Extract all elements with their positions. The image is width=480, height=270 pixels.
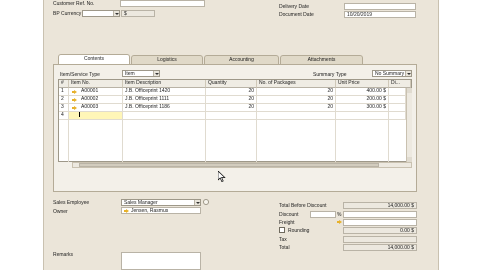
link-arrow-icon[interactable]	[124, 209, 129, 213]
freight-field[interactable]	[343, 219, 417, 226]
discount-amount-field[interactable]	[343, 211, 417, 218]
remarks-label: Remarks	[53, 252, 74, 258]
document-date-field[interactable]: 10/20/2019	[344, 11, 416, 18]
info-icon[interactable]	[203, 199, 209, 205]
link-arrow-icon[interactable]	[337, 220, 342, 224]
grid-line	[256, 120, 257, 162]
total-value: 14,000.00 $	[343, 244, 417, 251]
tab-logistics[interactable]: Logistics	[131, 55, 203, 64]
document-lines-grid: # Item No. Item Description Quantity No.…	[58, 79, 412, 162]
tab-attachments[interactable]: Attachments	[280, 55, 363, 64]
total-before-discount-value: 14,000.00 $	[343, 202, 417, 209]
packages-cell[interactable]: 20	[257, 96, 336, 104]
rounding-label: Rounding	[288, 228, 310, 234]
document-date-label: Document Date	[279, 12, 314, 18]
row-number: 1	[59, 88, 69, 96]
quantity-cell[interactable]: 20	[206, 104, 257, 112]
grid-line	[122, 120, 123, 162]
discount-cell[interactable]	[389, 96, 406, 104]
description-cell[interactable]: J.B. Officeprint 1420	[123, 88, 206, 96]
column-header-number[interactable]: #	[59, 80, 69, 88]
bp-currency-value: $	[121, 10, 155, 17]
delivery-date-label: Delivery Date	[279, 4, 310, 10]
column-header-unit-price[interactable]: Unit Price	[336, 80, 389, 88]
percent-sign: %	[337, 212, 342, 218]
sales-employee-label: Sales Employee	[53, 200, 90, 206]
grid-line	[335, 120, 336, 162]
tax-label: Tax	[279, 237, 287, 243]
summary-type-label: Summary Type	[313, 72, 347, 78]
description-cell[interactable]	[123, 112, 206, 120]
row-number: 4	[59, 112, 69, 120]
discount-cell[interactable]	[389, 104, 406, 112]
item-no-cell-active[interactable]	[69, 112, 123, 120]
link-arrow-icon[interactable]	[72, 98, 77, 102]
discount-percent-field[interactable]	[310, 211, 336, 218]
remarks-field[interactable]	[121, 252, 201, 270]
link-arrow-icon[interactable]	[72, 106, 77, 110]
unit-price-cell[interactable]	[336, 112, 389, 120]
discount-cell[interactable]	[389, 88, 406, 96]
freight-label: Freight	[279, 220, 295, 226]
column-header-quantity[interactable]: Quantity	[206, 80, 257, 88]
owner-label: Owner	[53, 209, 68, 215]
packages-cell[interactable]: 20	[257, 88, 336, 96]
grid-vertical-scrollbar[interactable]	[406, 88, 412, 162]
tax-field	[343, 236, 417, 243]
customer-ref-field[interactable]	[120, 0, 205, 7]
column-header-packages[interactable]: No. of Packages	[257, 80, 336, 88]
summary-type-select[interactable]: No Summary	[372, 70, 412, 77]
rounding-checkbox[interactable]	[279, 227, 285, 233]
total-label: Total	[279, 245, 290, 251]
chevron-down-icon	[153, 71, 159, 76]
delivery-date-field[interactable]	[344, 3, 416, 10]
packages-cell[interactable]: 20	[257, 104, 336, 112]
item-no-cell[interactable]: A00001	[69, 88, 123, 96]
item-service-type-label: Item/Service Type	[60, 72, 100, 78]
row-number: 2	[59, 96, 69, 104]
grid-line	[205, 120, 206, 162]
grid-line	[388, 120, 389, 162]
grid-horizontal-scrollbar[interactable]	[72, 162, 412, 168]
quantity-cell[interactable]: 20	[206, 96, 257, 104]
unit-price-cell[interactable]: 400.00 $	[336, 88, 389, 96]
chevron-down-icon	[113, 11, 119, 16]
column-header-item-no[interactable]: Item No.	[69, 80, 123, 88]
column-header-discount[interactable]: Di...	[389, 80, 411, 88]
packages-cell[interactable]	[257, 112, 336, 120]
grid-line	[68, 120, 69, 162]
unit-price-cell[interactable]: 200.00 $	[336, 96, 389, 104]
mouse-pointer-icon	[218, 171, 226, 182]
item-no-cell[interactable]: A00003	[69, 104, 123, 112]
quantity-cell[interactable]	[206, 112, 257, 120]
discount-label: Discount	[279, 212, 299, 218]
owner-field[interactable]: Jensen, Rasmus	[121, 207, 201, 214]
text-cursor	[79, 112, 80, 118]
chevron-down-icon	[194, 200, 200, 205]
bp-currency-label: BP Currency	[53, 11, 82, 17]
column-header-item-description[interactable]: Item Description	[123, 80, 206, 88]
scroll-up-button[interactable]	[407, 88, 412, 93]
description-cell[interactable]: J.B. Officeprint 1111	[123, 96, 206, 104]
item-service-type-select[interactable]: Item	[122, 70, 160, 77]
item-no-cell[interactable]: A00002	[69, 96, 123, 104]
customer-ref-label: Customer Ref. No.	[53, 1, 95, 7]
discount-cell[interactable]	[389, 112, 406, 120]
unit-price-cell[interactable]: 300.00 $	[336, 104, 389, 112]
scrollbar-thumb[interactable]	[79, 163, 379, 167]
row-number: 3	[59, 104, 69, 112]
description-cell[interactable]: J.B. Officeprint 1186	[123, 104, 206, 112]
sales-employee-select[interactable]: Sales Manager	[121, 199, 201, 206]
tab-contents[interactable]: Contents	[58, 54, 130, 64]
total-before-discount-label: Total Before Discount	[279, 203, 327, 209]
link-arrow-icon[interactable]	[72, 90, 77, 94]
rounding-value: 0.00 $	[343, 227, 417, 234]
chevron-down-icon	[405, 71, 411, 76]
tab-accounting[interactable]: Accounting	[204, 55, 279, 64]
quantity-cell[interactable]: 20	[206, 88, 257, 96]
bp-currency-select[interactable]	[82, 10, 120, 17]
